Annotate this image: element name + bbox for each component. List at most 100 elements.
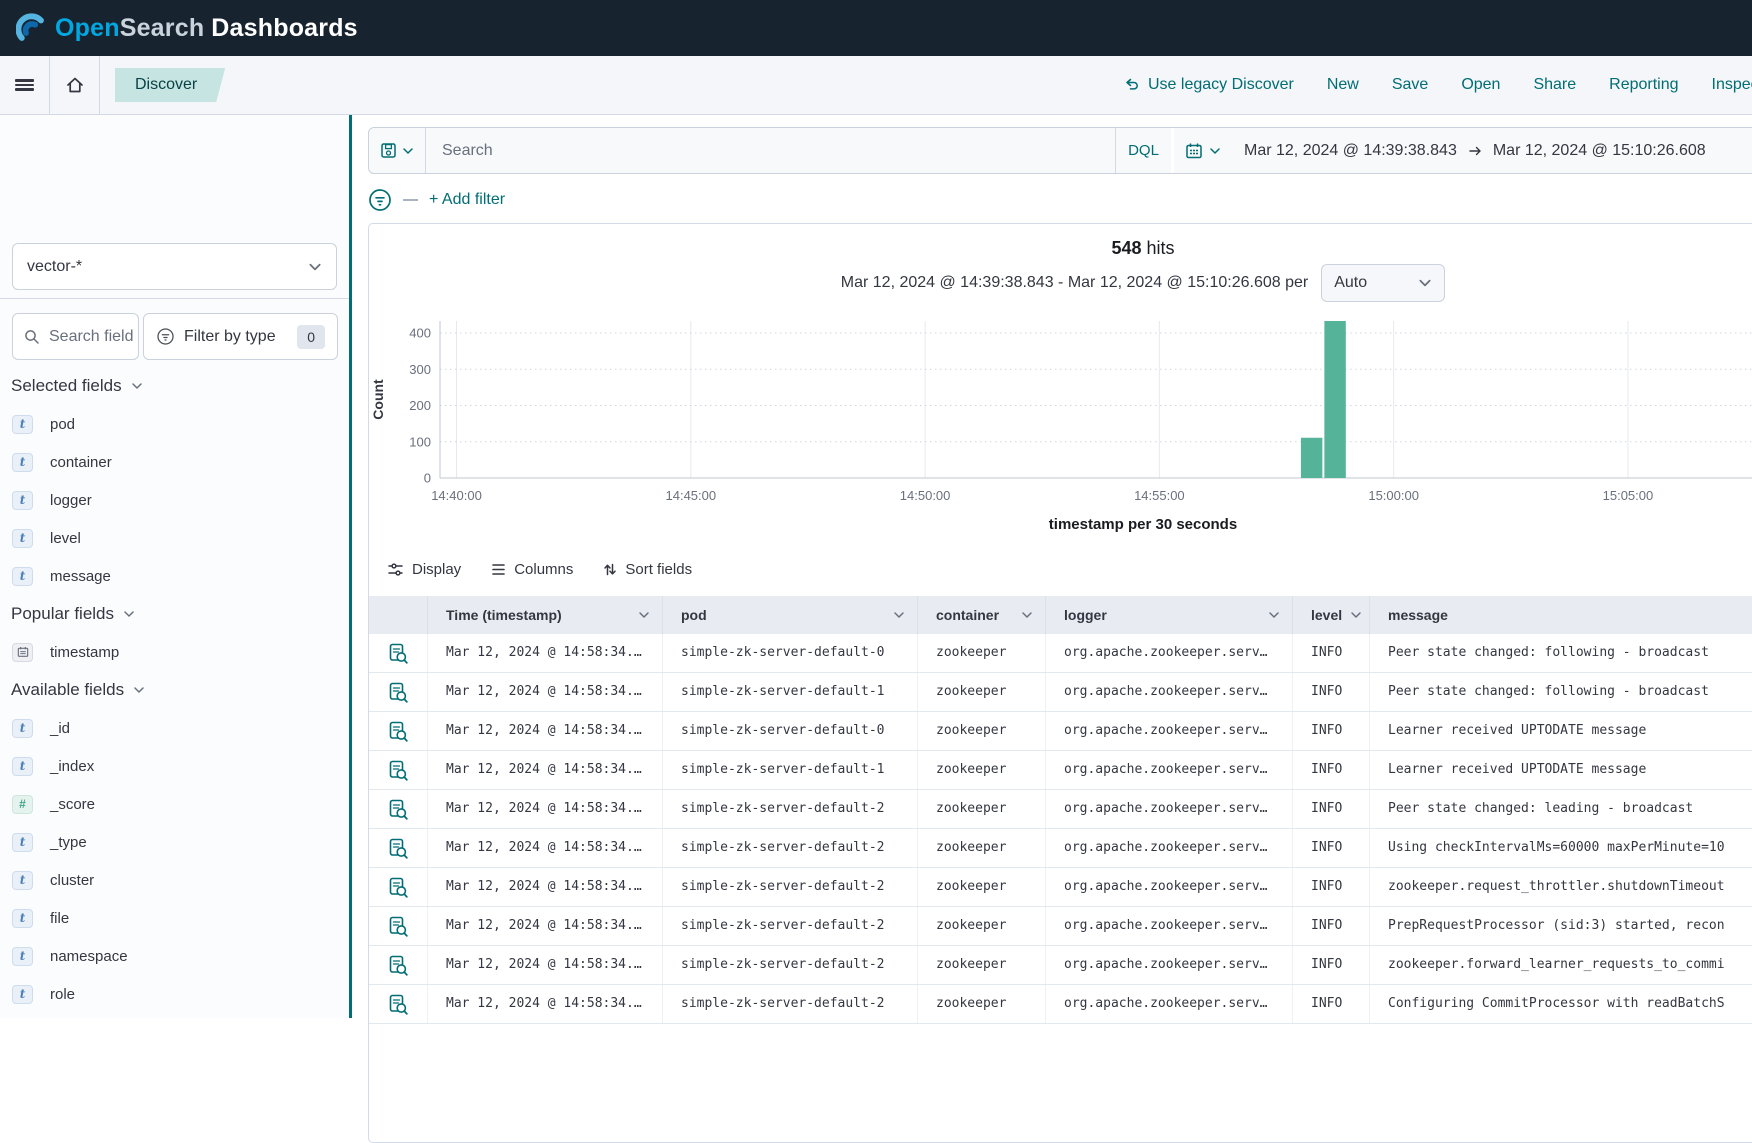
- section-title: Selected fields: [11, 376, 122, 396]
- histogram-bar[interactable]: [1301, 438, 1322, 478]
- sort-fields-button[interactable]: Sort fields: [603, 561, 692, 578]
- expand-document-icon[interactable]: [389, 799, 408, 820]
- cell-container: zookeeper: [918, 634, 1046, 672]
- field-score[interactable]: #_score: [0, 785, 349, 823]
- text-field-icon: t: [12, 909, 33, 928]
- field-name: namespace: [50, 948, 128, 965]
- cell-message: Using checkIntervalMs=60000 maxPerMinute…: [1370, 829, 1752, 867]
- field-level[interactable]: tlevel: [0, 519, 349, 557]
- cell-logger: org.apache.zookeeper.serv…: [1046, 634, 1293, 672]
- cell-time: Mar 12, 2024 @ 14:58:34.…: [428, 985, 663, 1023]
- cell-message: Configuring CommitProcessor with readBat…: [1370, 985, 1752, 1023]
- navbar-action-inspect[interactable]: Inspect: [1712, 76, 1752, 94]
- ctrl-label: Display: [412, 561, 461, 578]
- expand-document-icon[interactable]: [389, 643, 408, 664]
- columns-button[interactable]: Columns: [491, 561, 573, 578]
- chevron-down-icon: [123, 608, 135, 620]
- section-selected-fields[interactable]: Selected fields: [0, 367, 349, 405]
- field-namespace[interactable]: tnamespace: [0, 937, 349, 975]
- expand-document-icon[interactable]: [389, 994, 408, 1015]
- field-timestamp[interactable]: timestamp: [0, 633, 349, 671]
- navbar-action-reporting[interactable]: Reporting: [1609, 76, 1678, 94]
- section-popular-fields[interactable]: Popular fields: [0, 595, 349, 633]
- column-header-container[interactable]: container: [918, 596, 1046, 634]
- search-input[interactable]: Search: [426, 128, 1115, 173]
- cell-time: Mar 12, 2024 @ 14:58:34.…: [428, 829, 663, 867]
- field-message[interactable]: tmessage: [0, 557, 349, 595]
- cell-level: INFO: [1293, 946, 1370, 984]
- date-range[interactable]: Mar 12, 2024 @ 14:39:38.843 Mar 12, 2024…: [1232, 128, 1752, 173]
- field-name: container: [50, 454, 112, 471]
- search-placeholder: Search: [442, 142, 493, 160]
- cell-level: INFO: [1293, 673, 1370, 711]
- breadcrumb[interactable]: Discover: [115, 68, 225, 102]
- field-id[interactable]: t_id: [0, 709, 349, 747]
- divider: [99, 56, 100, 114]
- navbar-action-use-legacy-discover[interactable]: Use legacy Discover: [1124, 76, 1294, 94]
- x-tick-label: 15:00:00: [1368, 488, 1419, 503]
- interval-select[interactable]: Auto: [1321, 264, 1445, 302]
- expand-document-icon[interactable]: [389, 682, 408, 703]
- field-container[interactable]: tcontainer: [0, 443, 349, 481]
- home-icon[interactable]: [50, 56, 99, 114]
- column-header-time-timestamp[interactable]: Time (timestamp): [428, 596, 663, 634]
- field-cluster[interactable]: tcluster: [0, 861, 349, 899]
- cell-time: Mar 12, 2024 @ 14:58:34.…: [428, 673, 663, 711]
- filter-bar: + Add filter: [368, 186, 505, 214]
- date-picker-button[interactable]: [1174, 128, 1232, 173]
- histogram-bar[interactable]: [1324, 321, 1345, 478]
- expand-document-icon[interactable]: [389, 838, 408, 859]
- field-name: message: [50, 568, 111, 585]
- cell-pod: simple-zk-server-default-2: [663, 985, 918, 1023]
- y-tick-label: 300: [409, 362, 431, 377]
- display-button[interactable]: Display: [387, 561, 461, 578]
- column-label: logger: [1064, 607, 1107, 623]
- expand-document-icon[interactable]: [389, 955, 408, 976]
- expand-document-icon[interactable]: [389, 877, 408, 898]
- expand-document-icon[interactable]: [389, 721, 408, 742]
- main-content: Search DQL Mar 12, 2024 @ 14:39:38.843 M…: [352, 115, 1752, 1018]
- filter-icon[interactable]: [368, 188, 392, 212]
- column-header-level[interactable]: level: [1293, 596, 1370, 634]
- field-pod[interactable]: tpod: [0, 405, 349, 443]
- field-index[interactable]: t_index: [0, 747, 349, 785]
- x-tick-label: 14:55:00: [1134, 488, 1185, 503]
- cell-message: zookeeper.request_throttler.shutdownTime…: [1370, 868, 1752, 906]
- column-header-logger[interactable]: logger: [1046, 596, 1293, 634]
- cell-logger: org.apache.zookeeper.serv…: [1046, 790, 1293, 828]
- column-header-message[interactable]: message: [1370, 596, 1752, 634]
- navbar-action-share[interactable]: Share: [1533, 76, 1576, 94]
- field-search-input[interactable]: Search field names: [12, 313, 139, 360]
- navbar-action-label: Open: [1461, 76, 1500, 94]
- navbar-action-new[interactable]: New: [1327, 76, 1359, 94]
- saved-query-button[interactable]: [369, 128, 426, 173]
- field-name: level: [50, 530, 81, 547]
- y-tick-label: 200: [409, 398, 431, 413]
- navbar-action-save[interactable]: Save: [1392, 76, 1428, 94]
- cell-container: zookeeper: [918, 712, 1046, 750]
- field-type[interactable]: t_type: [0, 823, 349, 861]
- cell-level: INFO: [1293, 751, 1370, 789]
- expand-document-icon[interactable]: [389, 760, 408, 781]
- navbar: Discover Use legacy Discover New Save Open S…: [0, 56, 1752, 115]
- field-name: _score: [50, 796, 95, 813]
- cell-pod: simple-zk-server-default-2: [663, 829, 918, 867]
- navbar-action-open[interactable]: Open: [1461, 76, 1500, 94]
- menu-icon[interactable]: [0, 56, 49, 114]
- field-role[interactable]: trole: [0, 975, 349, 1013]
- query-language-button[interactable]: DQL: [1115, 128, 1171, 173]
- column-header-pod[interactable]: pod: [663, 596, 918, 634]
- calendar-icon: [1185, 142, 1203, 160]
- cell-pod: simple-zk-server-default-1: [663, 751, 918, 789]
- column-label: level: [1311, 607, 1342, 623]
- section-available-fields[interactable]: Available fields: [0, 671, 349, 709]
- column-label: Time (timestamp): [446, 607, 562, 623]
- field-logger[interactable]: tlogger: [0, 481, 349, 519]
- add-filter-button[interactable]: + Add filter: [429, 191, 505, 209]
- expand-document-icon[interactable]: [389, 916, 408, 937]
- histogram-chart[interactable]: 14:40:0014:45:0014:50:0014:55:0015:00:00…: [369, 308, 1752, 508]
- filter-by-type-button[interactable]: Filter by type 0: [143, 313, 338, 360]
- chevron-down-icon: [402, 145, 414, 157]
- index-pattern-select[interactable]: vector-*: [12, 243, 337, 290]
- field-file[interactable]: tfile: [0, 899, 349, 937]
